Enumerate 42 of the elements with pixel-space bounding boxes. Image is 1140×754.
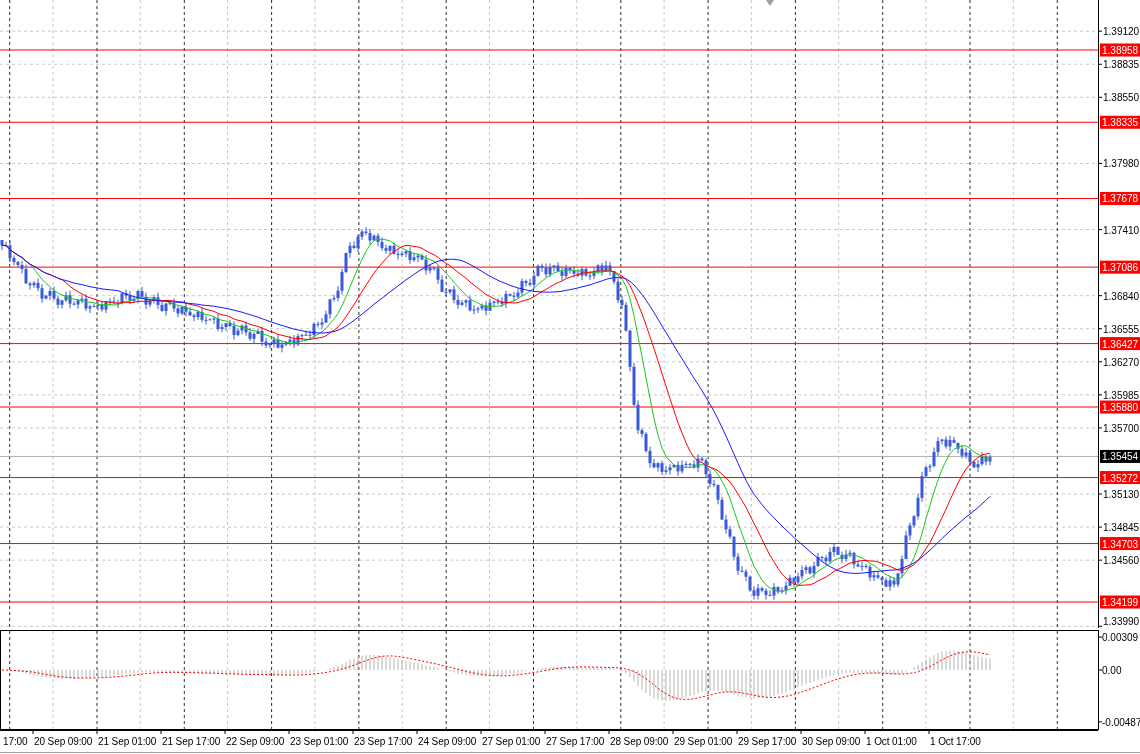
time-axis-label: 21 Sep 01:00 bbox=[98, 736, 157, 747]
price-axis-label: 1.36270 bbox=[1103, 356, 1140, 368]
price-tag: 1.35272 bbox=[1100, 471, 1140, 485]
price-axis-label: 1.38550 bbox=[1103, 92, 1140, 104]
price-tag: 1.36427 bbox=[1100, 337, 1140, 351]
price-axis-label: 1.37980 bbox=[1103, 158, 1140, 170]
time-axis-label: 1 Oct 17:00 bbox=[930, 736, 981, 747]
time-axis-label: 22 Sep 09:00 bbox=[226, 736, 285, 747]
time-axis-label: 1 Oct 01:00 bbox=[866, 736, 917, 747]
price-axis-label: 1.36555 bbox=[1103, 323, 1140, 335]
time-axis-label: 30 Sep 09:00 bbox=[802, 736, 861, 747]
price-tag: 1.34199 bbox=[1100, 595, 1140, 609]
price-axis-label: 1.34560 bbox=[1103, 555, 1140, 567]
time-axis-label: 24 Sep 09:00 bbox=[418, 736, 477, 747]
price-axis-label: 1.35985 bbox=[1103, 389, 1140, 401]
price-tag: 1.37086 bbox=[1100, 260, 1140, 274]
price-tag: 1.35880 bbox=[1100, 400, 1140, 414]
price-axis-label: 1.36840 bbox=[1103, 290, 1140, 302]
time-axis-label: 23 Sep 01:00 bbox=[290, 736, 349, 747]
price-tag: 1.38335 bbox=[1100, 115, 1140, 129]
price-axis-label: 1.35130 bbox=[1103, 489, 1140, 501]
time-axis-label: 17:00 bbox=[3, 736, 28, 747]
time-axis-label: 21 Sep 17:00 bbox=[162, 736, 221, 747]
price-axis-label: 1.35700 bbox=[1103, 422, 1140, 434]
indicator-axis-label: 0.00 bbox=[1102, 665, 1122, 676]
price-tag: 1.37678 bbox=[1100, 191, 1140, 205]
price-tag: 1.38958 bbox=[1100, 43, 1140, 57]
price-axis-label: 1.38835 bbox=[1103, 59, 1140, 71]
time-axis-label: 23 Sep 17:00 bbox=[354, 736, 413, 747]
price-axis-label: 1.37410 bbox=[1103, 224, 1140, 236]
price-axis-label: 1.34845 bbox=[1103, 522, 1140, 534]
time-axis-label: 29 Sep 01:00 bbox=[674, 736, 733, 747]
price-axis-label: 1.33990 bbox=[1103, 616, 1140, 627]
price-tag: 1.34703 bbox=[1100, 537, 1140, 551]
time-axis-label: 28 Sep 09:00 bbox=[610, 736, 669, 747]
time-axis-label: 20 Sep 09:00 bbox=[34, 736, 93, 747]
price-axis-label: 1.39120 bbox=[1103, 26, 1140, 38]
time-axis-label: 27 Sep 17:00 bbox=[546, 736, 605, 747]
indicator-axis-label: 0.00309 bbox=[1102, 632, 1139, 644]
time-axis-label: 27 Sep 01:00 bbox=[482, 736, 541, 747]
price-tag: 1.35454 bbox=[1100, 449, 1140, 463]
time-axis-label: 29 Sep 17:00 bbox=[738, 736, 797, 747]
